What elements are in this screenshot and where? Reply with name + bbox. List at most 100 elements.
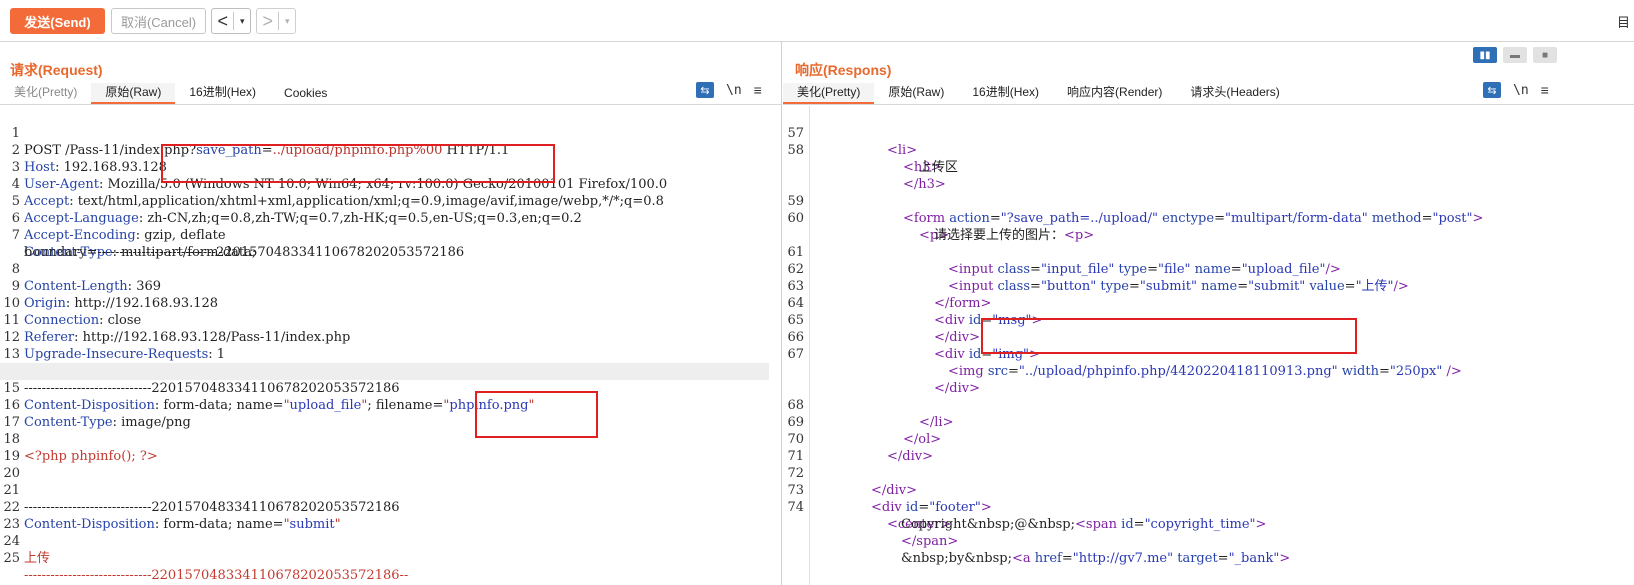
split-vertical-icon[interactable]: ▬ [1503, 47, 1527, 63]
code-line: 16 Content-Type: image/png [0, 380, 781, 430]
html-text: &nbsp;by&nbsp; [901, 551, 1012, 566]
code-line: 74 <center> [783, 482, 1634, 532]
newline-icon[interactable]: \n [1513, 83, 1529, 98]
request-editor[interactable]: 1 POST /Pass-11/index.php?save_path=../u… [0, 106, 781, 585]
code-line: 68 </li> [783, 380, 1634, 430]
code-line: 25 -----------------------------22015704… [0, 533, 781, 583]
code-line: 14 -----------------------------22015704… [0, 346, 781, 396]
request-pane: 请求(Request) 美化(Pretty) 原始(Raw) 16进制(Hex)… [0, 42, 782, 585]
wrap-lines-icon[interactable]: ⇆ [1483, 82, 1501, 98]
newline-icon[interactable]: \n [726, 83, 742, 98]
forward-nav-group[interactable]: > ▾ [256, 8, 296, 34]
html-attr: target [1177, 551, 1218, 566]
code-line: 62 <input class="button" type="submit" n… [783, 244, 1634, 294]
menu-icon[interactable]: ≡ [1541, 82, 1549, 98]
code-line: 61 <input class="input_file" type="file"… [783, 227, 1634, 277]
code-line: 8 Content-Length: 369 [0, 244, 781, 294]
tab-cookies[interactable]: Cookies [270, 86, 341, 104]
code-line: 64 <div id="msg"> [783, 278, 1634, 328]
menu-icon[interactable]: ≡ [754, 82, 762, 98]
tab-hex[interactable]: 16进制(Hex) [958, 83, 1053, 104]
chevron-down-icon[interactable]: ▾ [234, 16, 250, 27]
code-line: 69 </ol> [783, 397, 1634, 447]
response-editor-tools: ⇆ \n ≡ [1483, 82, 1549, 98]
code-line: 19 [0, 431, 781, 464]
chevron-right-icon[interactable]: > [257, 10, 278, 32]
top-toolbar: 发送(Send) 取消(Cancel) < ▾ > ▾ 目 [0, 0, 1634, 42]
code-line: 57 <li> [783, 108, 1634, 158]
split-horizontal-icon[interactable]: ▮▮ [1473, 47, 1497, 63]
single-pane-icon[interactable]: ■ [1533, 47, 1557, 63]
tab-headers[interactable]: 请求头(Headers) [1176, 83, 1293, 104]
divider [0, 104, 781, 105]
response-title: 响应(Respons) [795, 62, 892, 78]
html-attr-value: "http://gv7.me" [1072, 551, 1174, 566]
code-line: 70 </div> [783, 414, 1634, 464]
line-number: 67 [787, 347, 804, 362]
tab-hex[interactable]: 16进制(Hex) [175, 83, 270, 104]
response-pane: ▮▮ ▬ ■ 响应(Respons) 美化(Pretty) 原始(Raw) 16… [783, 42, 1634, 585]
code-line: 24 上传 [0, 516, 781, 566]
code-line: 13 [0, 329, 781, 362]
tab-pretty[interactable]: 美化(Pretty) [783, 83, 875, 104]
code-line: </span> [783, 516, 1634, 549]
html-attr-value: "img" [992, 347, 1030, 362]
code-line: Copyright&nbsp;@&nbsp;<span id="copyrigh… [901, 517, 1267, 532]
request-tabs: 美化(Pretty) 原始(Raw) 16进制(Hex) Cookies [0, 80, 341, 104]
code-line: 上传区 [783, 142, 1634, 175]
code-line: 9 Origin: http://192.168.93.128 [0, 261, 781, 311]
code-line: 12 Upgrade-Insecure-Requests: 1 [0, 312, 781, 362]
code-line: 11 Referer: http://192.168.93.128/Pass-1… [0, 295, 781, 345]
html-attr-value: "_bank" [1228, 551, 1280, 566]
code-line: &nbsp;by&nbsp;<a href="http://gv7.me" ta… [901, 551, 1291, 566]
code-line: 5 Accept-Language: zh-CN,zh;q=0.8,zh-TW;… [0, 176, 781, 226]
code-line: 请选择要上传的图片：<p> [783, 210, 1634, 243]
code-line: 17 [0, 397, 781, 430]
code-line: 58 <h3> [783, 125, 1634, 175]
code-line: 2 Host: 192.168.93.128 [0, 125, 781, 175]
code-line: </div> [783, 363, 1634, 396]
layout-toggle: ▮▮ ▬ ■ [1473, 47, 1557, 63]
code-line: 3 User-Agent: Mozilla/5.0 (Windows NT 10… [0, 142, 781, 192]
chevron-left-icon[interactable]: < [212, 10, 233, 32]
back-nav-group[interactable]: < ▾ [211, 8, 251, 34]
code-line-highlighted: 15 Content-Disposition: form-data; name=… [0, 363, 769, 413]
code-line: </h3> [783, 159, 1634, 192]
chevron-down-icon[interactable]: ▾ [279, 16, 295, 27]
code-line: 73 <div id="footer"> [783, 465, 1634, 515]
code-line: 60 <p> [783, 193, 1634, 243]
response-editor[interactable]: 57 <li> 58 <h3> 上传区 </h3> 59 <form actio… [783, 106, 1634, 585]
code-line: 59 <form action="?save_path=../upload/" … [783, 176, 1634, 226]
html-attr: id [968, 347, 982, 362]
code-line: 23 [0, 499, 781, 532]
tab-render[interactable]: 响应内容(Render) [1053, 83, 1176, 104]
html-tag: <div [934, 347, 965, 362]
html-tag: > [1279, 551, 1291, 566]
cancel-button[interactable]: 取消(Cancel) [111, 8, 206, 34]
multipart-boundary-end: -----------------------------22015704833… [24, 568, 409, 583]
target-icon[interactable]: 目 [1617, 12, 1630, 31]
tab-raw[interactable]: 原始(Raw) [874, 83, 958, 104]
code-line: 10 Connection: close [0, 278, 781, 328]
code-line: 22 Content-Disposition: form-data; name=… [0, 482, 781, 532]
code-line: boundary=---------------------------2201… [0, 227, 781, 260]
submit-value: 上传 [24, 551, 51, 566]
code-line: 7 Content-Type: multipart/form-data; [0, 210, 781, 260]
code-line: 66 <div id="img"> [783, 312, 1634, 362]
tab-pretty[interactable]: 美化(Pretty) [0, 83, 91, 104]
code-line: 65 </div> [783, 295, 1634, 345]
code-line: 4 Accept: text/html,application/xhtml+xm… [0, 159, 781, 209]
request-editor-tools: ⇆ \n ≡ [696, 82, 762, 98]
tab-raw[interactable]: 原始(Raw) [91, 83, 176, 104]
html-attr: href [1034, 551, 1062, 566]
line-number: 25 [3, 551, 20, 566]
code-line: 71 [783, 431, 1634, 464]
code-line: 72 </div> [783, 448, 1634, 498]
wrap-lines-icon[interactable]: ⇆ [696, 82, 714, 98]
code-line: 20 [0, 448, 781, 481]
divider [783, 104, 1634, 105]
request-title: 请求(Request) [10, 62, 103, 78]
code-line: 67 <img src="../upload/phpinfo.php/44202… [783, 329, 1634, 379]
send-button[interactable]: 发送(Send) [10, 8, 105, 34]
html-tag: <a [1011, 551, 1031, 566]
